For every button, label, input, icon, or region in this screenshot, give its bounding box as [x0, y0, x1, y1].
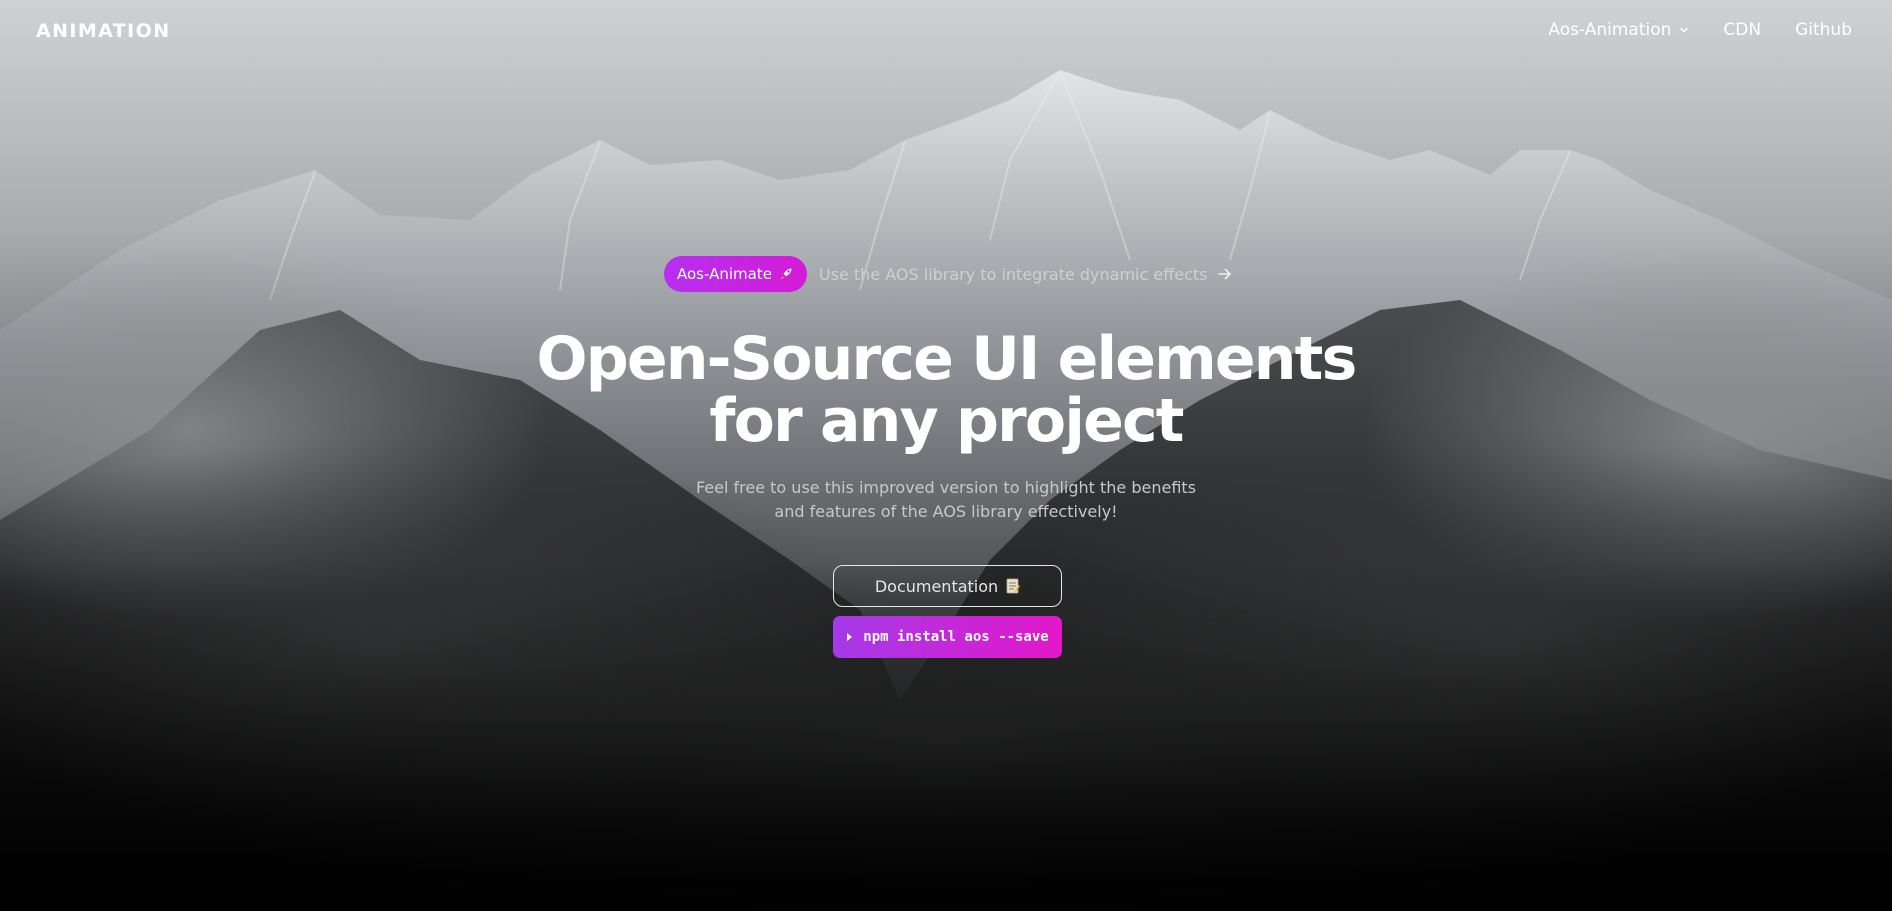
nav-links: Aos-Animation CDN Github: [1548, 20, 1852, 40]
announcement-bar: Aos-Animate Use the AOS library to integ…: [664, 256, 1232, 292]
hero-section: ANIMATION Aos-Animation CDN Github Aos-A…: [0, 0, 1892, 911]
arrow-right-icon: [1217, 268, 1231, 280]
badge-label: Aos-Animate: [677, 265, 772, 283]
npm-install-button[interactable]: npm install aos --save: [833, 616, 1062, 658]
npm-command: npm install aos --save: [863, 629, 1049, 645]
site-logo[interactable]: ANIMATION: [36, 20, 171, 42]
documentation-label: Documentation: [874, 576, 999, 596]
navbar: ANIMATION Aos-Animation CDN Github: [0, 0, 1892, 64]
subtitle-line-1: Feel free to use this improved version t…: [695, 478, 1197, 497]
nav-link-label: Aos-Animation: [1548, 20, 1672, 40]
hero-subtitle: Feel free to use this improved version t…: [0, 476, 1892, 524]
documentation-button[interactable]: Documentation: [833, 565, 1062, 607]
rocket-icon: [780, 268, 792, 280]
nav-link-aos-animation[interactable]: Aos-Animation: [1548, 20, 1689, 40]
title-line-1: Open-Source UI elements: [536, 324, 1358, 394]
page-title: Open-Source UI elements for any project: [0, 328, 1892, 452]
memo-icon: [1006, 578, 1021, 594]
chevron-down-icon: [1680, 27, 1689, 33]
aos-animate-badge[interactable]: Aos-Animate: [664, 256, 807, 292]
nav-link-label: CDN: [1723, 20, 1762, 40]
play-triangle-icon: [847, 633, 853, 641]
title-line-2: for any project: [709, 386, 1184, 456]
nav-link-cdn[interactable]: CDN: [1723, 20, 1761, 40]
nav-link-label: Github: [1795, 20, 1852, 40]
announcement-text: Use the AOS library to integrate dynamic…: [818, 264, 1208, 284]
announcement-link[interactable]: Use the AOS library to integrate dynamic…: [819, 265, 1232, 284]
nav-link-github[interactable]: Github: [1795, 20, 1852, 40]
subtitle-line-2: and features of the AOS library effectiv…: [774, 502, 1118, 521]
